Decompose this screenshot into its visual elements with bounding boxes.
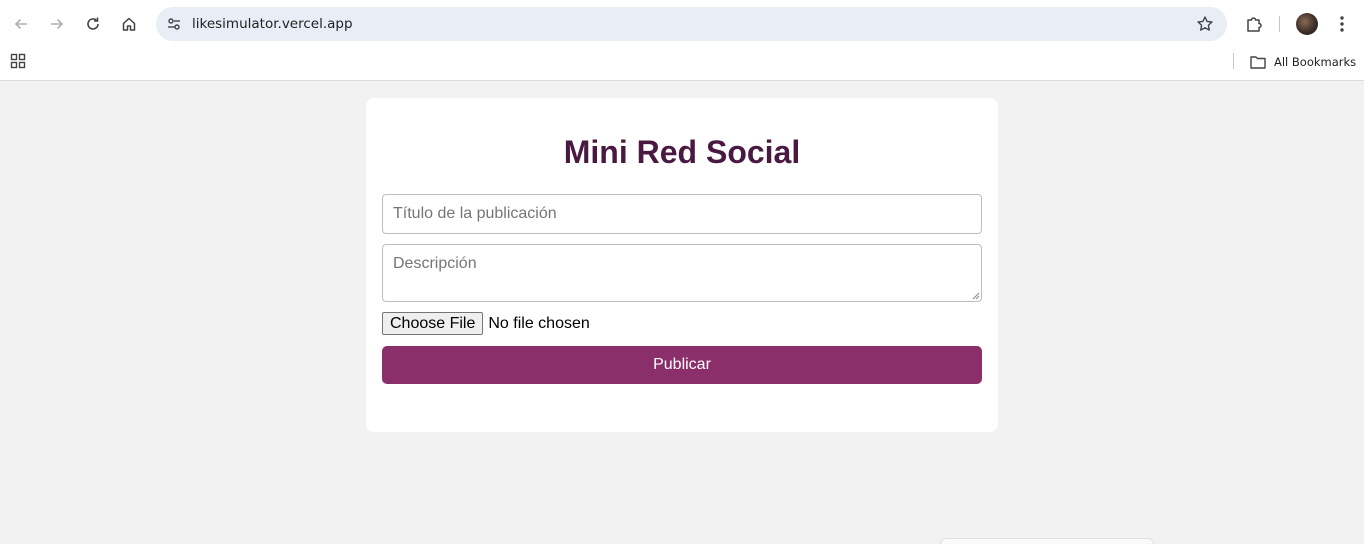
post-form-card: Mini Red Social Choose File No file chos… (366, 98, 998, 432)
arrow-left-icon (14, 18, 27, 30)
browser-toolbar: likesimulator.vercel.app (0, 0, 1364, 48)
site-info-icon[interactable] (164, 14, 184, 34)
bookmark-star-icon[interactable] (1195, 14, 1215, 34)
home-button[interactable] (113, 8, 145, 40)
post-description-input[interactable] (382, 244, 982, 302)
description-wrapper (382, 244, 982, 302)
file-status-text: No file chosen (488, 314, 590, 332)
extensions-button[interactable] (1240, 10, 1268, 38)
reload-icon (87, 17, 99, 30)
reload-button[interactable] (77, 8, 109, 40)
partial-floating-element (940, 538, 1154, 544)
bookmarks-divider (1233, 53, 1234, 69)
arrow-right-icon (51, 18, 64, 30)
forward-button[interactable] (41, 8, 73, 40)
post-title-input[interactable] (382, 194, 982, 234)
all-bookmarks-label: All Bookmarks (1274, 55, 1357, 69)
browser-menu-button[interactable] (1330, 10, 1354, 38)
home-icon (122, 17, 136, 31)
kebab-menu-icon (1340, 16, 1344, 32)
file-upload: Choose File No file chosen (382, 312, 590, 335)
profile-avatar[interactable] (1296, 13, 1318, 35)
back-button[interactable] (5, 8, 37, 40)
folder-icon (1250, 56, 1266, 69)
page-title: Mini Red Social (563, 134, 801, 170)
all-bookmarks-button[interactable]: All Bookmarks (1250, 52, 1356, 72)
bookmarks-bar: All Bookmarks (0, 48, 1364, 81)
publish-button[interactable]: Publicar (382, 346, 982, 384)
choose-file-button[interactable]: Choose File (382, 312, 484, 335)
toolbar-divider (1279, 16, 1280, 32)
address-bar[interactable]: likesimulator.vercel.app (156, 7, 1227, 41)
resize-grip-icon[interactable] (972, 292, 980, 300)
apps-grid-icon[interactable] (10, 53, 28, 71)
url-text[interactable]: likesimulator.vercel.app (192, 16, 353, 32)
puzzle-icon (1247, 17, 1262, 32)
